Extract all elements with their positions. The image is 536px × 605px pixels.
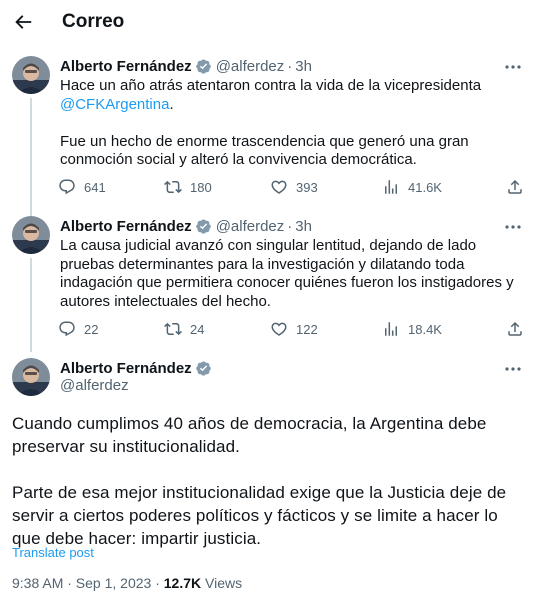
- back-arrow-icon[interactable]: [12, 11, 34, 33]
- retweet-button[interactable]: 180: [164, 176, 212, 198]
- tweet-paragraph: Parte de esa mejor institucionalidad exi…: [12, 483, 507, 548]
- separator-dot: ·: [287, 217, 293, 235]
- tweet-paragraph: Fue un hecho de enorme trascendencia que…: [60, 132, 469, 169]
- author-handle[interactable]: @alferdez: [60, 377, 129, 394]
- share-button[interactable]: [506, 318, 524, 340]
- share-icon: [508, 179, 522, 194]
- like-icon: [271, 322, 287, 336]
- thread-connector: [30, 258, 32, 352]
- like-button[interactable]: 122: [270, 318, 318, 340]
- verified-badge-icon: [195, 58, 211, 74]
- tweet-header: Alberto Fernández @alferdez · 3h: [60, 216, 312, 236]
- mention-link[interactable]: @CFKArgentina: [60, 96, 169, 113]
- tweet-text: Hace un año atrás atentaron contra la vi…: [60, 77, 522, 170]
- views-count: 12.7K: [163, 575, 202, 591]
- tweet-timestamp[interactable]: 9:38 AM · Sep 1, 2023 ·: [12, 575, 164, 591]
- tweet-header: Alberto Fernández: [60, 358, 216, 378]
- author-name[interactable]: Alberto Fernández: [60, 58, 192, 75]
- author-name[interactable]: Alberto Fernández: [60, 218, 192, 235]
- reply-icon: [59, 179, 75, 195]
- translate-post-link[interactable]: Translate post: [12, 545, 94, 560]
- author-handle[interactable]: @alferdez: [216, 218, 285, 235]
- like-icon: [271, 180, 287, 194]
- tweet-paragraph: Cuando cumplimos 40 años de democracia, …: [12, 414, 487, 456]
- reply-icon: [59, 321, 75, 337]
- tweet-time[interactable]: 3h: [295, 58, 312, 75]
- tweet-text: La causa judicial avanzó con singular le…: [60, 237, 522, 311]
- retweet-button[interactable]: 24: [164, 318, 204, 340]
- views-label: Views: [201, 575, 243, 591]
- separator-dot: ·: [287, 57, 293, 75]
- reply-button[interactable]: 641: [58, 176, 106, 198]
- retweet-icon: [164, 180, 182, 194]
- verified-badge-icon: [195, 360, 211, 376]
- avatar[interactable]: [12, 216, 50, 254]
- like-button[interactable]: 393: [270, 176, 318, 198]
- reply-button[interactable]: 22: [58, 318, 98, 340]
- tweet-metadata: 9:38 AM · Sep 1, 2023 · 12.7K Views: [12, 575, 242, 591]
- tweet-paragraph: La causa judicial avanzó con singular le…: [60, 237, 514, 310]
- more-icon[interactable]: [502, 58, 524, 76]
- share-button[interactable]: [506, 176, 524, 198]
- author-handle[interactable]: @alferdez: [216, 58, 285, 75]
- verified-badge-icon: [195, 218, 211, 234]
- views-icon: [385, 322, 397, 336]
- thread-connector: [30, 206, 32, 216]
- views-button[interactable]: 41.6K: [382, 176, 442, 198]
- views-icon: [385, 180, 397, 194]
- tweet-header: Alberto Fernández @alferdez · 3h: [60, 56, 312, 76]
- tweet-time[interactable]: 3h: [295, 218, 312, 235]
- page-title: Correo: [62, 11, 125, 32]
- retweet-icon: [164, 322, 182, 336]
- tweet-actions: 641 180 393 41.6K: [58, 176, 524, 198]
- more-icon[interactable]: [502, 218, 524, 236]
- thread-connector: [30, 98, 32, 210]
- views-button[interactable]: 18.4K: [382, 318, 442, 340]
- avatar[interactable]: [12, 56, 50, 94]
- tweet-text: Cuando cumplimos 40 años de democracia, …: [12, 412, 528, 550]
- tweet-actions: 22 24 122 18.4K: [58, 318, 524, 340]
- avatar[interactable]: [12, 358, 50, 396]
- more-icon[interactable]: [502, 360, 524, 378]
- author-name[interactable]: Alberto Fernández: [60, 360, 192, 377]
- tweet-paragraph: Hace un año atrás atentaron contra la vi…: [60, 77, 482, 113]
- share-icon: [508, 321, 522, 336]
- top-bar: Correo: [0, 0, 536, 46]
